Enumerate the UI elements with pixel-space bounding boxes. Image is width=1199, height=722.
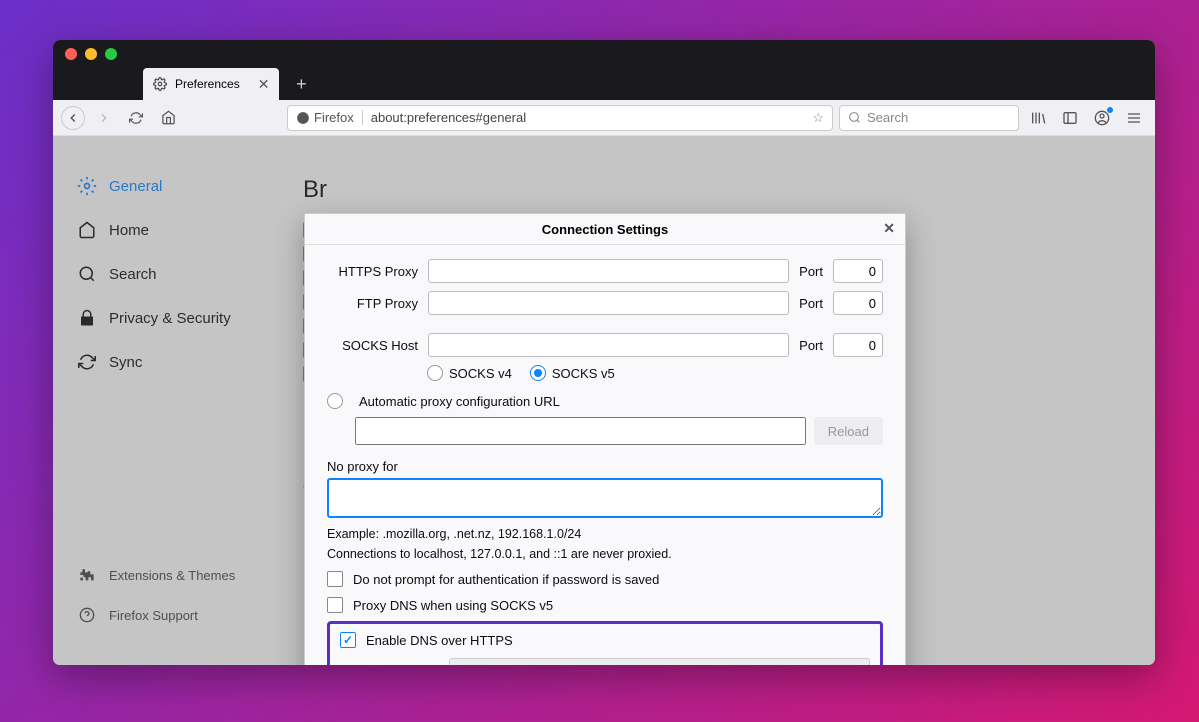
gear-icon [153, 77, 167, 91]
firefox-badge: Firefox [296, 110, 363, 125]
account-icon[interactable] [1089, 105, 1115, 131]
reload-button[interactable]: Reload [814, 417, 883, 445]
no-auth-prompt-checkbox[interactable] [327, 571, 343, 587]
titlebar [53, 40, 1155, 68]
socks-v4-radio[interactable]: SOCKS v4 [427, 365, 512, 381]
close-window[interactable] [65, 48, 77, 60]
port-label: Port [795, 296, 827, 311]
socks-host-port[interactable] [833, 333, 883, 357]
bookmark-star-icon[interactable]: ☆ [812, 110, 824, 126]
url-bar[interactable]: Firefox about:preferences#general ☆ [287, 105, 833, 131]
auto-pac-radio[interactable] [327, 393, 343, 409]
doh-highlight: Enable DNS over HTTPS Use Provider Cloud… [327, 621, 883, 665]
provider-dropdown[interactable]: Cloudflare (Default) [449, 658, 870, 665]
dialog-title: Connection Settings ✕ [305, 214, 905, 245]
dialog-body: HTTPS Proxy Port FTP Proxy Port SOCKS Ho… [305, 245, 905, 665]
no-proxy-example: Example: .mozilla.org, .net.nz, 192.168.… [327, 527, 883, 541]
maximize-window[interactable] [105, 48, 117, 60]
new-tab-button[interactable]: + [287, 70, 315, 98]
search-icon [848, 111, 861, 124]
tab-label: Preferences [175, 77, 240, 91]
socks-v5-radio[interactable]: SOCKS v5 [530, 365, 615, 381]
window-controls [53, 48, 117, 60]
auto-pac-label: Automatic proxy configuration URL [359, 394, 560, 409]
connection-settings-dialog: Connection Settings ✕ HTTPS Proxy Port F… [304, 213, 906, 665]
https-proxy-input[interactable] [428, 259, 789, 283]
ftp-proxy-port[interactable] [833, 291, 883, 315]
url-text: about:preferences#general [371, 110, 813, 125]
https-proxy-port[interactable] [833, 259, 883, 283]
no-proxy-label: No proxy for [327, 459, 883, 474]
use-provider-label: Use Provider [364, 664, 439, 666]
library-icon[interactable] [1025, 105, 1051, 131]
minimize-window[interactable] [85, 48, 97, 60]
enable-doh-checkbox[interactable] [340, 632, 356, 648]
socks-host-label: SOCKS Host [327, 338, 422, 353]
home-button[interactable] [155, 105, 181, 131]
tab-preferences[interactable]: Preferences ✕ [143, 68, 279, 100]
browser-window: Preferences ✕ + Firefox about:preference… [53, 40, 1155, 665]
proxy-dns-socks-checkbox[interactable] [327, 597, 343, 613]
forward-button[interactable] [91, 105, 117, 131]
ftp-proxy-input[interactable] [428, 291, 789, 315]
dialog-close-icon[interactable]: ✕ [883, 220, 895, 237]
proxy-dns-socks-label: Proxy DNS when using SOCKS v5 [353, 598, 553, 613]
hamburger-menu-icon[interactable] [1121, 105, 1147, 131]
ftp-proxy-label: FTP Proxy [327, 296, 422, 311]
socks-host-input[interactable] [428, 333, 789, 357]
tab-close-icon[interactable]: ✕ [258, 76, 270, 93]
reload-button[interactable] [123, 105, 149, 131]
pac-url-input[interactable] [355, 417, 806, 445]
port-label: Port [795, 264, 827, 279]
tab-bar: Preferences ✕ + [53, 68, 1155, 100]
localhost-note: Connections to localhost, 127.0.0.1, and… [327, 547, 883, 561]
preferences-content: General Home Search Privacy & Security S… [53, 136, 1155, 665]
no-auth-prompt-label: Do not prompt for authentication if pass… [353, 572, 659, 587]
nav-toolbar: Firefox about:preferences#general ☆ Sear… [53, 100, 1155, 136]
no-proxy-textarea[interactable] [327, 478, 883, 518]
port-label: Port [795, 338, 827, 353]
sidebar-toggle-icon[interactable] [1057, 105, 1083, 131]
search-bar[interactable]: Search [839, 105, 1019, 131]
enable-doh-label: Enable DNS over HTTPS [366, 633, 513, 648]
https-proxy-label: HTTPS Proxy [327, 264, 422, 279]
back-button[interactable] [61, 106, 85, 130]
